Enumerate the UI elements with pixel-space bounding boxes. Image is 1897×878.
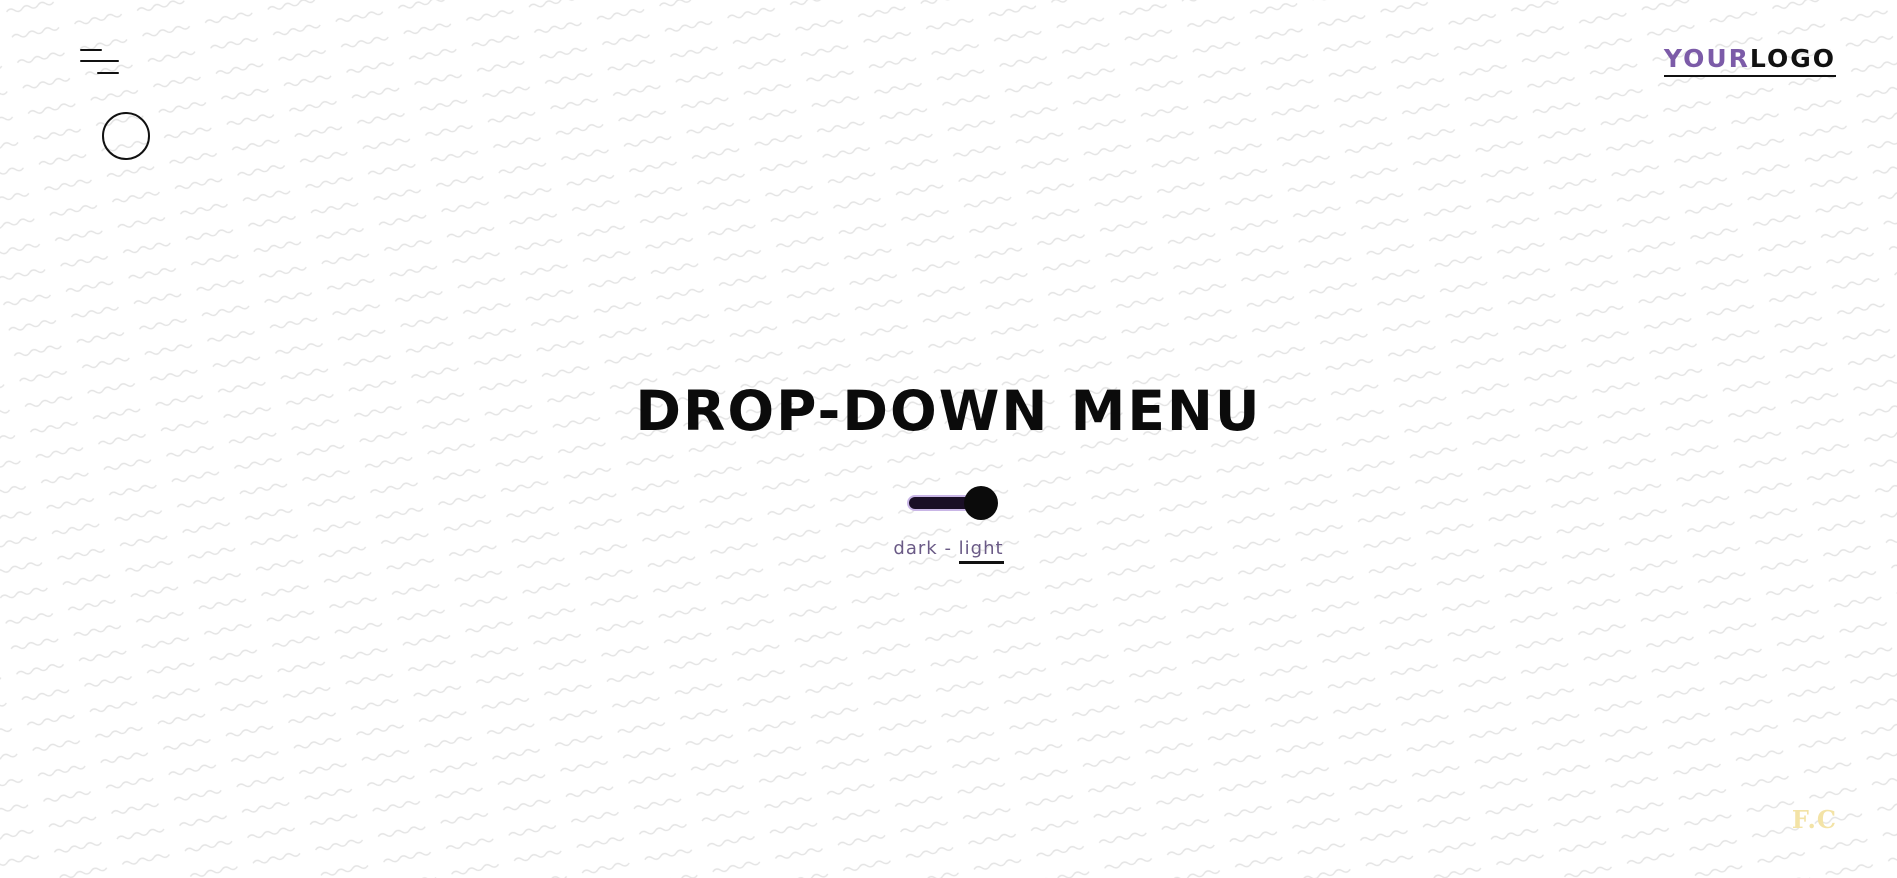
theme-toggle-switch[interactable] xyxy=(909,486,1000,520)
circle-cursor-icon xyxy=(102,112,150,160)
logo-link[interactable]: YOURLOGO xyxy=(1663,44,1836,77)
hamburger-menu-icon[interactable] xyxy=(80,48,120,76)
logo-prefix: YOUR xyxy=(1663,44,1750,73)
theme-mode-labels: dark - light xyxy=(0,538,1897,564)
light-mode-option[interactable]: light xyxy=(958,538,1004,564)
mode-separator: - xyxy=(944,538,952,559)
page-title: DROP-DOWN MENU xyxy=(635,379,1262,443)
switch-knob[interactable] xyxy=(964,486,998,520)
logo-suffix: LOGO xyxy=(1749,44,1836,73)
page: YOURLOGO DROP-DOWN MENU dark - light F.C xyxy=(0,0,1897,878)
dark-mode-option[interactable]: dark xyxy=(893,538,937,559)
signature-logo: F.C xyxy=(1791,805,1837,834)
